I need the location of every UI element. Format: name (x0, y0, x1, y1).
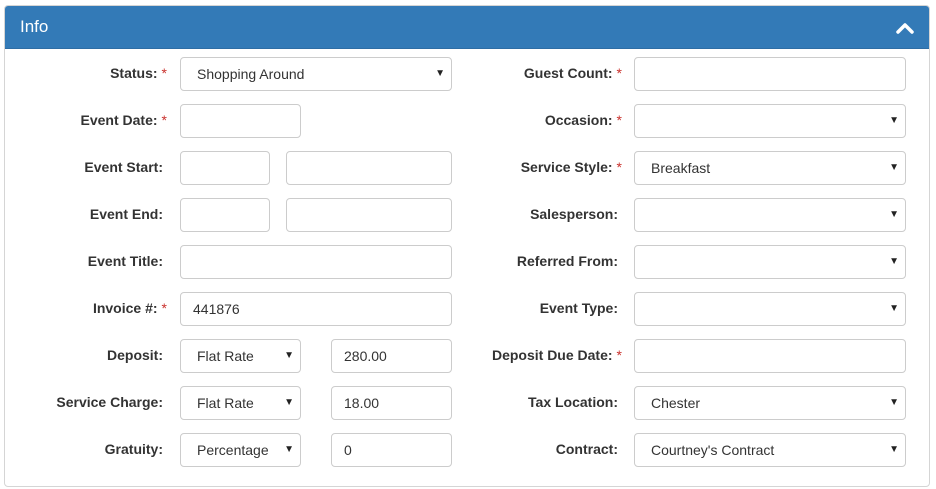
invoice-input[interactable]: 441876 (180, 292, 452, 326)
event-end-label: Event End: (89, 206, 163, 222)
panel-title: Info (20, 17, 49, 36)
salesperson-label: Salesperson: (530, 206, 618, 222)
guest-count-label: Guest Count: * (523, 65, 622, 81)
dropdown-arrow-icon: ▼ (889, 444, 899, 455)
dropdown-arrow-icon: ▼ (284, 350, 294, 361)
service-charge-type-select[interactable]: Flat Rate ▼ (180, 386, 301, 420)
tax-location-label: Tax Location: (528, 394, 618, 410)
dropdown-arrow-icon: ▼ (435, 68, 445, 79)
status-select[interactable]: Shopping Around ▼ (180, 57, 452, 91)
deposit-amount-input[interactable]: 280.00 (331, 339, 452, 373)
dropdown-arrow-icon: ▼ (284, 444, 294, 455)
gratuity-amount-input[interactable]: 0 (331, 433, 452, 467)
required-marker: * (616, 65, 622, 81)
event-type-select[interactable]: ▼ (634, 292, 906, 326)
tax-location-select[interactable]: Chester ▼ (634, 386, 906, 420)
dropdown-arrow-icon: ▼ (889, 303, 899, 314)
contract-select[interactable]: Courtney's Contract ▼ (634, 433, 906, 467)
dropdown-arrow-icon: ▼ (889, 256, 899, 267)
deposit-due-date-label: Deposit Due Date: * (491, 347, 622, 363)
status-label: Status: * (110, 65, 167, 81)
required-marker: * (161, 112, 167, 128)
gratuity-type-select[interactable]: Percentage ▼ (180, 433, 301, 467)
dropdown-arrow-icon: ▼ (889, 397, 899, 408)
contract-label: Contract: (555, 441, 618, 457)
required-marker: * (616, 159, 622, 175)
required-marker: * (616, 347, 622, 363)
required-marker: * (616, 112, 622, 128)
deposit-type-select[interactable]: Flat Rate ▼ (180, 339, 301, 373)
event-end-date-input[interactable] (180, 198, 270, 232)
event-type-label: Event Type: (539, 300, 618, 316)
occasion-select[interactable]: ▼ (634, 104, 906, 138)
guest-count-input[interactable] (634, 57, 906, 91)
dropdown-arrow-icon: ▼ (284, 397, 294, 408)
service-style-select[interactable]: Breakfast ▼ (634, 151, 906, 185)
deposit-label: Deposit: (107, 347, 163, 363)
dropdown-arrow-icon: ▼ (889, 162, 899, 173)
event-date-label: Event Date: * (80, 112, 167, 128)
event-end-time-input[interactable] (286, 198, 452, 232)
referred-from-select[interactable]: ▼ (634, 245, 906, 279)
required-marker: * (161, 65, 167, 81)
salesperson-select[interactable]: ▼ (634, 198, 906, 232)
referred-from-label: Referred From: (516, 253, 618, 269)
chevron-up-icon[interactable] (895, 20, 915, 36)
dropdown-arrow-icon: ▼ (889, 115, 899, 126)
gratuity-label: Gratuity: (104, 441, 163, 457)
service-charge-label: Service Charge: (56, 394, 163, 410)
invoice-label: Invoice #: * (92, 300, 167, 316)
info-panel: Info Status: * Shopping Around ▼ Event Dat… (4, 5, 930, 487)
event-start-time-input[interactable] (286, 151, 452, 185)
event-title-input[interactable] (180, 245, 452, 279)
event-start-label: Event Start: (84, 159, 163, 175)
service-charge-amount-input[interactable]: 18.00 (331, 386, 452, 420)
event-title-label: Event Title: (87, 253, 163, 269)
required-marker: * (161, 300, 167, 316)
dropdown-arrow-icon: ▼ (889, 209, 899, 220)
occasion-label: Occasion: * (544, 112, 622, 128)
panel-header[interactable]: Info (5, 6, 929, 49)
event-date-input[interactable] (180, 104, 301, 138)
service-style-label: Service Style: * (520, 159, 622, 175)
event-start-date-input[interactable] (180, 151, 270, 185)
deposit-due-date-input[interactable] (634, 339, 906, 373)
